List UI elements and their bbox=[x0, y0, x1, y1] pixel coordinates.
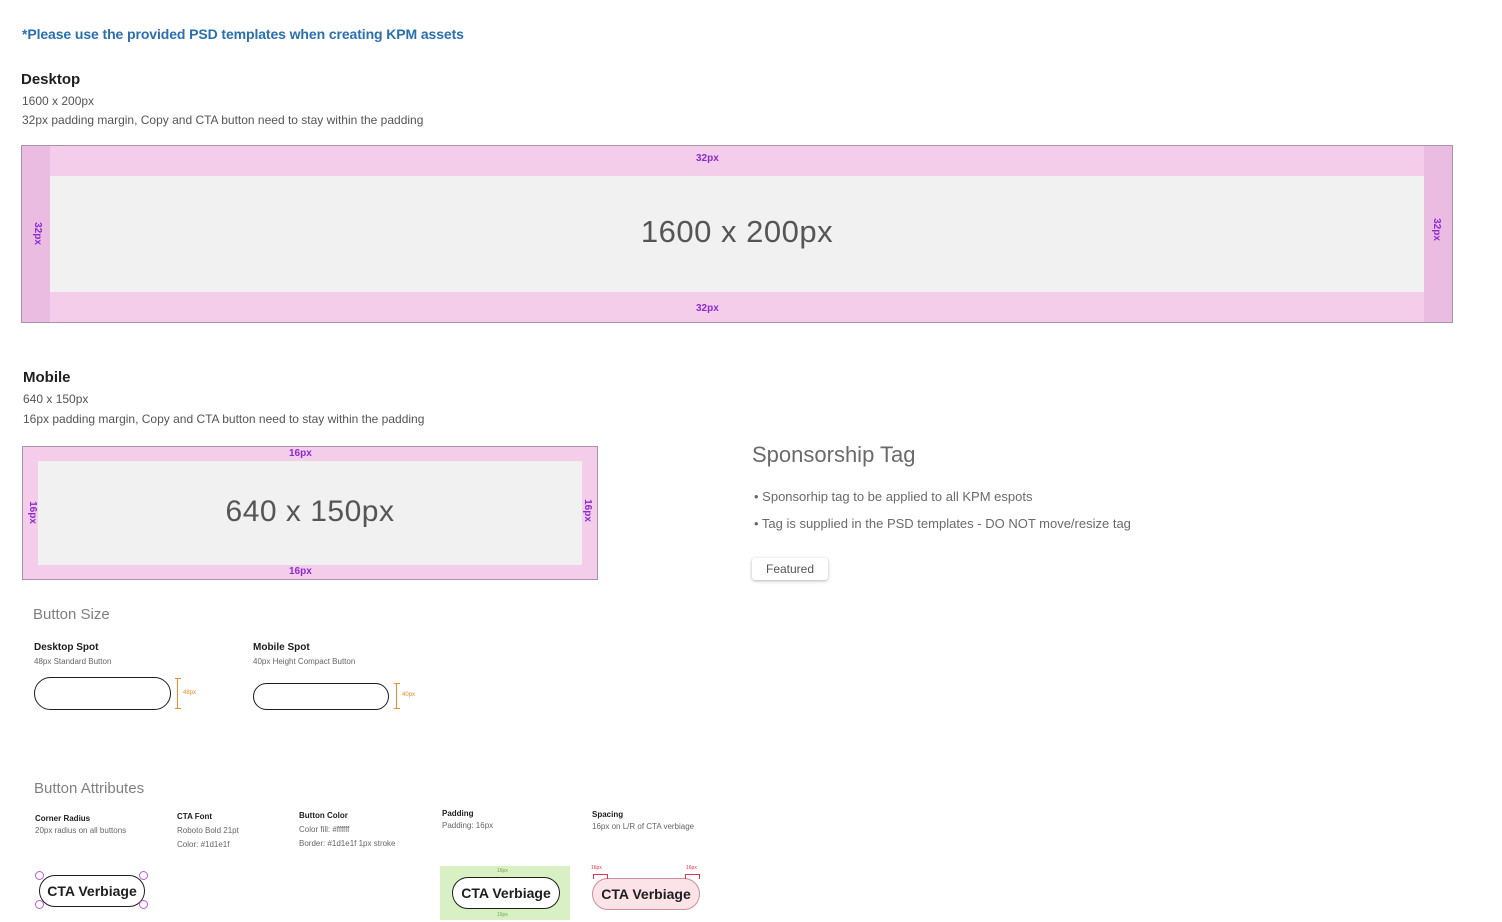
mobile-height-label: 40px bbox=[402, 692, 416, 698]
spacing-desc: 16px on L/R of CTA verbiage bbox=[592, 822, 695, 831]
desktop-dimension-label: 1600 x 200px bbox=[640, 214, 834, 249]
cta-font-label: CTA Font bbox=[177, 812, 213, 821]
spacing-right-label: 16px bbox=[686, 865, 697, 871]
mobile-button-sample bbox=[253, 683, 389, 710]
desktop-height-label: 48px bbox=[183, 690, 197, 696]
sponsorship-bullet-1: • Sponsorhip tag to be applied to all KP… bbox=[754, 489, 1033, 504]
spacing-left-marker bbox=[593, 874, 608, 879]
padding-top-label: 16px bbox=[497, 868, 508, 874]
mobile-spec-box: 16px 16px 16px 16px 640 x 150px bbox=[22, 446, 598, 580]
mobile-size: 640 x 150px bbox=[23, 392, 89, 406]
padding-desc: Padding: 16px bbox=[442, 821, 494, 830]
desktop-size: 1600 x 200px bbox=[22, 94, 95, 108]
mobile-height-marker bbox=[394, 683, 400, 709]
desktop-heading: Desktop bbox=[21, 71, 81, 88]
mobile-spot-label: Mobile Spot bbox=[253, 642, 310, 653]
button-attributes-title: Button Attributes bbox=[34, 780, 145, 797]
button-color-line1: Color fill: #ffffff bbox=[299, 825, 350, 834]
corner-handle-top-right bbox=[139, 871, 148, 880]
psd-template-note: *Please use the provided PSD templates w… bbox=[22, 26, 464, 42]
corner-radius-desc: 20px radius on all buttons bbox=[35, 826, 127, 835]
desktop-padding-bottom-label: 32px bbox=[696, 303, 719, 314]
mobile-heading: Mobile bbox=[23, 369, 71, 386]
cta-corner-radius-sample: CTA Verbiage bbox=[39, 875, 145, 907]
mobile-padding-bottom-label: 16px bbox=[289, 566, 312, 577]
desktop-spot-desc: 48px Standard Button bbox=[34, 657, 112, 666]
featured-tag: Featured bbox=[752, 558, 828, 580]
cta-spacing-sample: CTA Verbiage bbox=[592, 878, 700, 910]
desktop-spot-label: Desktop Spot bbox=[34, 642, 99, 653]
spacing-left-label: 16px bbox=[591, 865, 602, 871]
button-size-title: Button Size bbox=[33, 606, 110, 623]
padding-label: Padding bbox=[442, 809, 474, 818]
desktop-description: 32px padding margin, Copy and CTA button… bbox=[22, 113, 424, 127]
corner-handle-top-left bbox=[35, 871, 44, 880]
padding-bottom-label: 16px bbox=[497, 912, 508, 918]
corner-radius-label: Corner Radius bbox=[35, 814, 91, 823]
sponsorship-bullet-2: • Tag is supplied in the PSD templates -… bbox=[754, 516, 1131, 531]
corner-handle-bottom-left bbox=[35, 900, 44, 909]
desktop-spec-box: 32px 32px 32px 32px 1600 x 200px bbox=[21, 145, 1453, 323]
desktop-height-marker bbox=[175, 678, 181, 709]
button-color-line2: Border: #1d1e1f 1px stroke bbox=[299, 839, 396, 848]
spacing-right-marker bbox=[685, 874, 700, 879]
desktop-padding-top-label: 32px bbox=[696, 153, 719, 164]
sponsorship-title: Sponsorship Tag bbox=[752, 442, 916, 467]
mobile-description: 16px padding margin, Copy and CTA button… bbox=[23, 412, 425, 426]
desktop-button-sample bbox=[34, 677, 171, 710]
mobile-spot-desc: 40px Height Compact Button bbox=[253, 657, 356, 666]
cta-padding-sample: CTA Verbiage bbox=[452, 877, 560, 909]
spacing-label: Spacing bbox=[592, 810, 624, 819]
button-color-label: Button Color bbox=[299, 811, 348, 820]
cta-font-line2: Color: #1d1e1f bbox=[177, 840, 230, 849]
corner-handle-bottom-right bbox=[139, 900, 148, 909]
mobile-padding-top-label: 16px bbox=[289, 448, 312, 459]
mobile-dimension-label: 640 x 150px bbox=[225, 495, 395, 528]
cta-font-line1: Roboto Bold 21pt bbox=[177, 826, 239, 835]
